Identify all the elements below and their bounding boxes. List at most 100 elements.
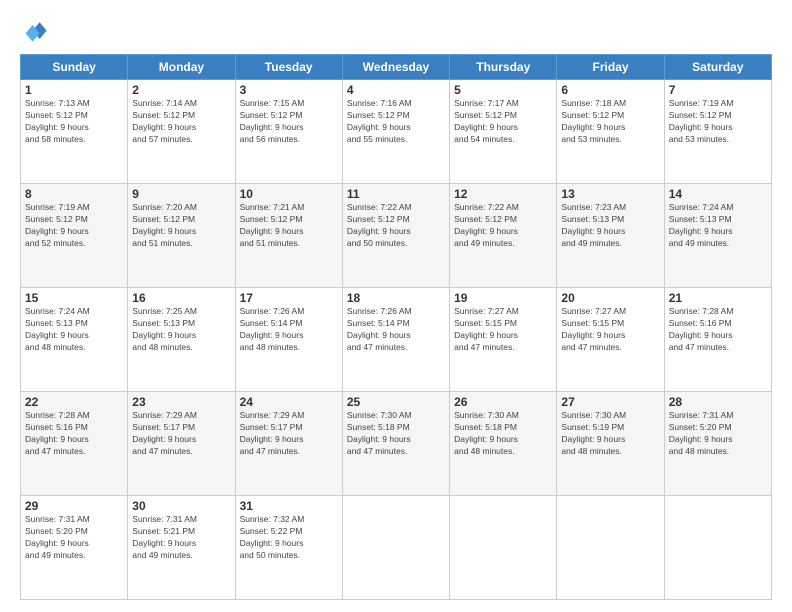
day-number: 2 — [132, 83, 230, 97]
day-number: 3 — [240, 83, 338, 97]
calendar-week-row: 29Sunrise: 7:31 AM Sunset: 5:20 PM Dayli… — [21, 496, 772, 600]
calendar-cell: 5Sunrise: 7:17 AM Sunset: 5:12 PM Daylig… — [450, 80, 557, 184]
day-info: Sunrise: 7:19 AM Sunset: 5:12 PM Dayligh… — [669, 98, 767, 146]
calendar-cell: 15Sunrise: 7:24 AM Sunset: 5:13 PM Dayli… — [21, 288, 128, 392]
calendar-cell: 7Sunrise: 7:19 AM Sunset: 5:12 PM Daylig… — [664, 80, 771, 184]
calendar-empty-cell — [450, 496, 557, 600]
day-info: Sunrise: 7:28 AM Sunset: 5:16 PM Dayligh… — [25, 410, 123, 458]
weekday-header: Sunday — [21, 55, 128, 80]
calendar-cell: 27Sunrise: 7:30 AM Sunset: 5:19 PM Dayli… — [557, 392, 664, 496]
calendar-cell: 9Sunrise: 7:20 AM Sunset: 5:12 PM Daylig… — [128, 184, 235, 288]
day-info: Sunrise: 7:27 AM Sunset: 5:15 PM Dayligh… — [454, 306, 552, 354]
day-info: Sunrise: 7:32 AM Sunset: 5:22 PM Dayligh… — [240, 514, 338, 562]
logo — [20, 18, 52, 46]
calendar-cell: 22Sunrise: 7:28 AM Sunset: 5:16 PM Dayli… — [21, 392, 128, 496]
day-info: Sunrise: 7:29 AM Sunset: 5:17 PM Dayligh… — [240, 410, 338, 458]
header — [20, 18, 772, 46]
day-info: Sunrise: 7:27 AM Sunset: 5:15 PM Dayligh… — [561, 306, 659, 354]
calendar-cell: 21Sunrise: 7:28 AM Sunset: 5:16 PM Dayli… — [664, 288, 771, 392]
day-info: Sunrise: 7:25 AM Sunset: 5:13 PM Dayligh… — [132, 306, 230, 354]
calendar-cell: 6Sunrise: 7:18 AM Sunset: 5:12 PM Daylig… — [557, 80, 664, 184]
day-info: Sunrise: 7:23 AM Sunset: 5:13 PM Dayligh… — [561, 202, 659, 250]
day-info: Sunrise: 7:26 AM Sunset: 5:14 PM Dayligh… — [347, 306, 445, 354]
day-number: 15 — [25, 291, 123, 305]
day-info: Sunrise: 7:28 AM Sunset: 5:16 PM Dayligh… — [669, 306, 767, 354]
calendar-week-row: 22Sunrise: 7:28 AM Sunset: 5:16 PM Dayli… — [21, 392, 772, 496]
day-number: 30 — [132, 499, 230, 513]
day-info: Sunrise: 7:22 AM Sunset: 5:12 PM Dayligh… — [347, 202, 445, 250]
day-info: Sunrise: 7:30 AM Sunset: 5:18 PM Dayligh… — [347, 410, 445, 458]
weekday-header: Friday — [557, 55, 664, 80]
calendar-cell: 12Sunrise: 7:22 AM Sunset: 5:12 PM Dayli… — [450, 184, 557, 288]
day-number: 19 — [454, 291, 552, 305]
day-number: 8 — [25, 187, 123, 201]
day-number: 26 — [454, 395, 552, 409]
day-number: 5 — [454, 83, 552, 97]
page: SundayMondayTuesdayWednesdayThursdayFrid… — [0, 0, 792, 612]
calendar-cell: 31Sunrise: 7:32 AM Sunset: 5:22 PM Dayli… — [235, 496, 342, 600]
weekday-header: Tuesday — [235, 55, 342, 80]
calendar-cell: 13Sunrise: 7:23 AM Sunset: 5:13 PM Dayli… — [557, 184, 664, 288]
day-number: 28 — [669, 395, 767, 409]
day-number: 24 — [240, 395, 338, 409]
day-info: Sunrise: 7:17 AM Sunset: 5:12 PM Dayligh… — [454, 98, 552, 146]
calendar-week-row: 1Sunrise: 7:13 AM Sunset: 5:12 PM Daylig… — [21, 80, 772, 184]
calendar-empty-cell — [664, 496, 771, 600]
logo-icon — [20, 18, 48, 46]
day-number: 22 — [25, 395, 123, 409]
calendar-empty-cell — [342, 496, 449, 600]
day-info: Sunrise: 7:21 AM Sunset: 5:12 PM Dayligh… — [240, 202, 338, 250]
calendar-cell: 18Sunrise: 7:26 AM Sunset: 5:14 PM Dayli… — [342, 288, 449, 392]
calendar-cell: 8Sunrise: 7:19 AM Sunset: 5:12 PM Daylig… — [21, 184, 128, 288]
day-number: 9 — [132, 187, 230, 201]
calendar-cell: 24Sunrise: 7:29 AM Sunset: 5:17 PM Dayli… — [235, 392, 342, 496]
calendar-cell: 14Sunrise: 7:24 AM Sunset: 5:13 PM Dayli… — [664, 184, 771, 288]
calendar-cell: 25Sunrise: 7:30 AM Sunset: 5:18 PM Dayli… — [342, 392, 449, 496]
day-info: Sunrise: 7:30 AM Sunset: 5:19 PM Dayligh… — [561, 410, 659, 458]
day-info: Sunrise: 7:24 AM Sunset: 5:13 PM Dayligh… — [669, 202, 767, 250]
calendar-cell: 20Sunrise: 7:27 AM Sunset: 5:15 PM Dayli… — [557, 288, 664, 392]
day-number: 27 — [561, 395, 659, 409]
calendar-cell: 19Sunrise: 7:27 AM Sunset: 5:15 PM Dayli… — [450, 288, 557, 392]
calendar-cell: 30Sunrise: 7:31 AM Sunset: 5:21 PM Dayli… — [128, 496, 235, 600]
day-info: Sunrise: 7:15 AM Sunset: 5:12 PM Dayligh… — [240, 98, 338, 146]
calendar-week-row: 8Sunrise: 7:19 AM Sunset: 5:12 PM Daylig… — [21, 184, 772, 288]
calendar-cell: 11Sunrise: 7:22 AM Sunset: 5:12 PM Dayli… — [342, 184, 449, 288]
calendar-cell: 2Sunrise: 7:14 AM Sunset: 5:12 PM Daylig… — [128, 80, 235, 184]
day-info: Sunrise: 7:24 AM Sunset: 5:13 PM Dayligh… — [25, 306, 123, 354]
weekday-header: Thursday — [450, 55, 557, 80]
calendar-cell: 28Sunrise: 7:31 AM Sunset: 5:20 PM Dayli… — [664, 392, 771, 496]
day-number: 13 — [561, 187, 659, 201]
weekday-header: Monday — [128, 55, 235, 80]
calendar-week-row: 15Sunrise: 7:24 AM Sunset: 5:13 PM Dayli… — [21, 288, 772, 392]
calendar-cell: 23Sunrise: 7:29 AM Sunset: 5:17 PM Dayli… — [128, 392, 235, 496]
day-info: Sunrise: 7:31 AM Sunset: 5:20 PM Dayligh… — [669, 410, 767, 458]
day-number: 31 — [240, 499, 338, 513]
day-number: 20 — [561, 291, 659, 305]
day-number: 6 — [561, 83, 659, 97]
day-info: Sunrise: 7:29 AM Sunset: 5:17 PM Dayligh… — [132, 410, 230, 458]
day-info: Sunrise: 7:30 AM Sunset: 5:18 PM Dayligh… — [454, 410, 552, 458]
calendar-table: SundayMondayTuesdayWednesdayThursdayFrid… — [20, 54, 772, 600]
day-info: Sunrise: 7:14 AM Sunset: 5:12 PM Dayligh… — [132, 98, 230, 146]
calendar-cell: 29Sunrise: 7:31 AM Sunset: 5:20 PM Dayli… — [21, 496, 128, 600]
calendar-cell: 17Sunrise: 7:26 AM Sunset: 5:14 PM Dayli… — [235, 288, 342, 392]
calendar-cell: 10Sunrise: 7:21 AM Sunset: 5:12 PM Dayli… — [235, 184, 342, 288]
day-number: 4 — [347, 83, 445, 97]
calendar-cell: 26Sunrise: 7:30 AM Sunset: 5:18 PM Dayli… — [450, 392, 557, 496]
day-number: 11 — [347, 187, 445, 201]
day-info: Sunrise: 7:31 AM Sunset: 5:21 PM Dayligh… — [132, 514, 230, 562]
day-info: Sunrise: 7:20 AM Sunset: 5:12 PM Dayligh… — [132, 202, 230, 250]
day-number: 17 — [240, 291, 338, 305]
day-info: Sunrise: 7:16 AM Sunset: 5:12 PM Dayligh… — [347, 98, 445, 146]
calendar-cell: 4Sunrise: 7:16 AM Sunset: 5:12 PM Daylig… — [342, 80, 449, 184]
day-number: 16 — [132, 291, 230, 305]
day-number: 7 — [669, 83, 767, 97]
day-number: 14 — [669, 187, 767, 201]
day-number: 29 — [25, 499, 123, 513]
day-number: 18 — [347, 291, 445, 305]
day-number: 1 — [25, 83, 123, 97]
day-info: Sunrise: 7:31 AM Sunset: 5:20 PM Dayligh… — [25, 514, 123, 562]
day-number: 23 — [132, 395, 230, 409]
calendar-cell: 16Sunrise: 7:25 AM Sunset: 5:13 PM Dayli… — [128, 288, 235, 392]
